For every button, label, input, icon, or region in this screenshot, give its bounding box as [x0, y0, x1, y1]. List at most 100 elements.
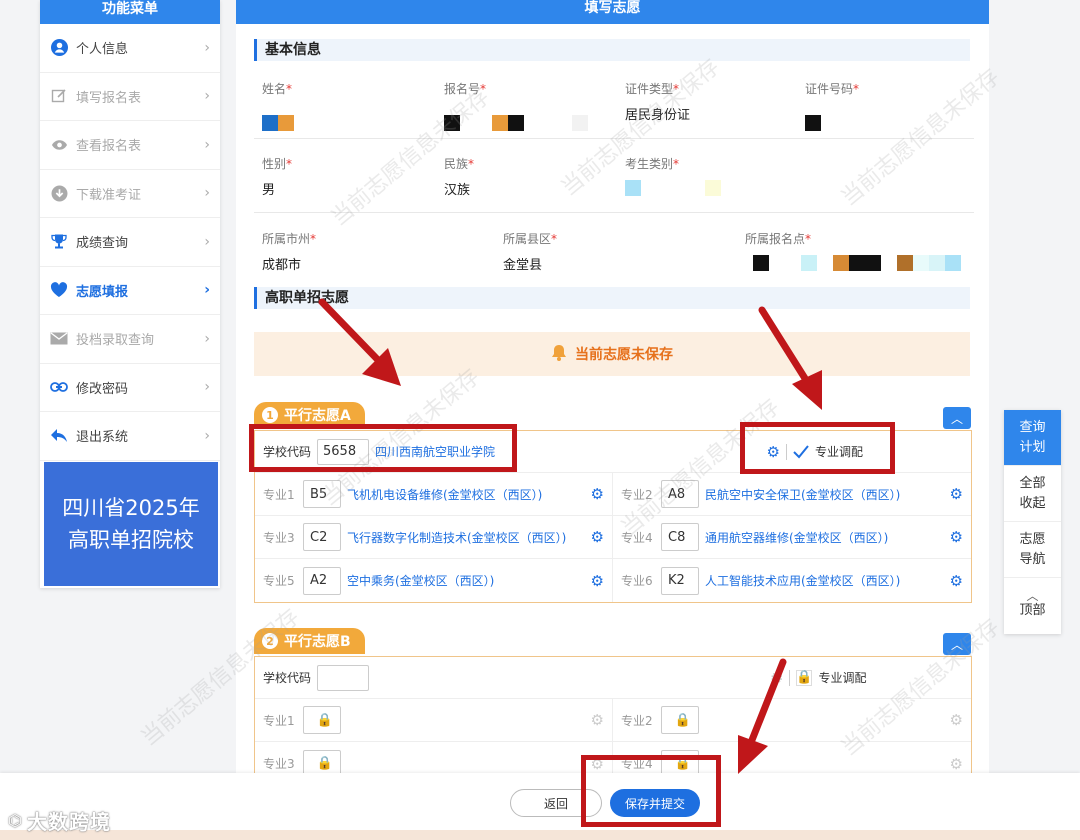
- major-code-input[interactable]: C2: [303, 523, 341, 551]
- gear-icon[interactable]: ⚙: [591, 572, 604, 590]
- chevron-right-icon: ›: [204, 39, 210, 56]
- volunteer-number: 2: [262, 633, 278, 649]
- brand-watermark: ⌬ 大数跨境: [8, 806, 111, 835]
- chevron-up-icon: ︿: [950, 637, 963, 652]
- major-code-input[interactable]: A2: [303, 566, 341, 595]
- sidebar-item-download-ticket[interactable]: 下载准考证 ›: [40, 170, 220, 218]
- collapse-all-button[interactable]: 全部 收起: [1004, 466, 1061, 522]
- gear-icon[interactable]: ⚙: [591, 485, 604, 503]
- major-code-input[interactable]: C8: [661, 523, 699, 551]
- sidebar-item-view-form[interactable]: 查看报名表 ›: [40, 121, 220, 170]
- download-icon: [50, 184, 68, 202]
- brand-logo-icon: ⌬: [8, 811, 23, 830]
- floating-nav: 查询 计划 全部 收起 志愿 导航 ︿ 顶部: [1004, 410, 1061, 634]
- major-name-link[interactable]: 人工智能技术应用(金堂校区（西区）): [705, 572, 900, 589]
- locked-major-input[interactable]: 🔒: [661, 706, 699, 734]
- banner-line-2: 高职单招院校: [68, 528, 194, 552]
- collapse-a-button[interactable]: ︿: [943, 407, 971, 429]
- redacted-value: [745, 255, 961, 271]
- redacted-value: [444, 115, 588, 131]
- volunteer-b-title: 平行志愿B: [284, 634, 351, 650]
- sidebar-item-change-password[interactable]: 修改密码 ›: [40, 364, 220, 412]
- major-label: 专业1: [263, 713, 295, 728]
- major-slot-1: 专业1 🔒 ⚙: [255, 699, 613, 741]
- field-candidate-category: 考生类别*: [625, 155, 721, 196]
- major-adjust-checkbox[interactable]: 🔒 专业调配: [796, 669, 866, 686]
- unsaved-notice: 当前志愿未保存: [254, 332, 970, 376]
- field-label: 所属县区: [503, 232, 552, 246]
- function-menu: 功能菜单 个人信息 › 填写报名表 › 查看报名表 › 下载准考证 › 成绩查询…: [40, 0, 220, 588]
- major-code-input[interactable]: B5: [303, 480, 341, 508]
- mail-icon: [50, 330, 68, 348]
- lock-icon: 🔒: [316, 712, 334, 728]
- field-value: 居民身份证: [625, 107, 691, 123]
- field-value: 男: [262, 182, 276, 198]
- back-arrow-icon: [50, 427, 68, 445]
- lock-icon: 🔒: [674, 712, 692, 728]
- lock-icon: 🔒: [796, 669, 813, 686]
- major-label: 专业6: [621, 574, 653, 588]
- gear-icon[interactable]: ⚙: [950, 485, 963, 503]
- field-gender: 性别* 男: [262, 155, 293, 198]
- gear-icon[interactable]: ⚙: [591, 528, 604, 546]
- field-city: 所属市州* 成都市: [262, 230, 316, 273]
- section-title-basic-info: 基本信息: [254, 39, 970, 61]
- chevron-right-icon: ›: [204, 427, 210, 444]
- major-name-link[interactable]: 空中乘务(金堂校区（西区）): [347, 572, 494, 589]
- field-label: 报名号: [444, 82, 481, 96]
- major-name-link[interactable]: 通用航空器维修(金堂校区（西区）): [705, 529, 888, 546]
- back-to-top-button[interactable]: ︿ 顶部: [1004, 578, 1061, 634]
- field-value: 金堂县: [503, 257, 543, 273]
- major-label: 专业5: [263, 574, 295, 588]
- school-row: 学校代码 ⚙ 🔒 专业调配: [255, 657, 971, 699]
- volunteer-guide-button[interactable]: 志愿 导航: [1004, 522, 1061, 578]
- gear-icon: ⚙: [770, 668, 784, 687]
- sidebar-item-label: 个人信息: [76, 42, 129, 58]
- chevron-right-icon: ›: [204, 379, 210, 396]
- banner-line-1: 四川省2025年: [62, 496, 200, 520]
- gear-icon[interactable]: ⚙: [950, 572, 963, 590]
- major-label: 专业2: [621, 487, 653, 502]
- field-county: 所属县区* 金堂县: [503, 230, 558, 273]
- field-label: 考生类别: [625, 157, 674, 171]
- major-code-input[interactable]: K2: [661, 566, 699, 595]
- footer-strip: [0, 830, 1080, 840]
- sidebar-item-label: 查看报名表: [76, 139, 142, 155]
- sidebar-item-admission-query[interactable]: 投档录取查询 ›: [40, 315, 220, 364]
- major-slot-5: 专业5 A2 空中乘务(金堂校区（西区）) ⚙: [255, 559, 613, 602]
- locked-major-input[interactable]: 🔒: [303, 706, 341, 734]
- field-label: 民族: [444, 157, 469, 171]
- field-value: 汉族: [444, 182, 471, 198]
- major-row: 专业1 🔒 ⚙ 专业2 🔒 ⚙: [255, 699, 971, 742]
- required-mark: *: [853, 82, 860, 96]
- major-name-link[interactable]: 飞机机电设备维修(金堂校区（西区）): [347, 486, 542, 503]
- panel-header: 填写志愿: [236, 0, 989, 24]
- field-label: 证件号码: [805, 82, 854, 96]
- major-label: 专业2: [621, 713, 653, 728]
- major-row: 专业1 B5 飞机机电设备维修(金堂校区（西区）) ⚙ 专业2 A8 民航空中安…: [255, 473, 971, 516]
- sidebar-item-volunteer-fill[interactable]: 志愿填报 ›: [40, 267, 220, 315]
- query-plan-button[interactable]: 查询 计划: [1004, 410, 1061, 466]
- major-name-link[interactable]: 民航空中安全保卫(金堂校区（西区）): [705, 486, 900, 503]
- required-mark: *: [551, 232, 558, 246]
- sidebar-item-personal-info[interactable]: 个人信息 ›: [40, 24, 220, 73]
- divider: [254, 212, 974, 213]
- sidebar-item-label: 退出系统: [76, 430, 129, 446]
- nav-label: 查询: [1019, 419, 1046, 435]
- major-slot-2: 专业2 A8 民航空中安全保卫(金堂校区（西区）) ⚙: [613, 473, 971, 515]
- redacted-value: [805, 115, 859, 131]
- gear-icon[interactable]: ⚙: [950, 528, 963, 546]
- collapse-b-button[interactable]: ︿: [943, 633, 971, 655]
- sidebar-item-logout[interactable]: 退出系统 ›: [40, 412, 220, 461]
- sidebar-item-fill-form[interactable]: 填写报名表 ›: [40, 73, 220, 121]
- chevron-right-icon: ›: [204, 233, 210, 250]
- sidebar-item-score-query[interactable]: 成绩查询 ›: [40, 218, 220, 267]
- promo-banner[interactable]: 四川省2025年 高职单招院校: [44, 462, 218, 586]
- major-row: 专业5 A2 空中乘务(金堂校区（西区）) ⚙ 专业6 K2 人工智能技术应用(…: [255, 559, 971, 602]
- field-reg-number: 报名号*: [444, 80, 588, 131]
- major-code-input[interactable]: A8: [661, 480, 699, 508]
- major-name-link[interactable]: 飞行器数字化制造技术(金堂校区（西区）): [347, 529, 566, 546]
- required-mark: *: [286, 157, 293, 171]
- major-label: 专业3: [263, 757, 295, 771]
- school-code-input[interactable]: [317, 664, 370, 691]
